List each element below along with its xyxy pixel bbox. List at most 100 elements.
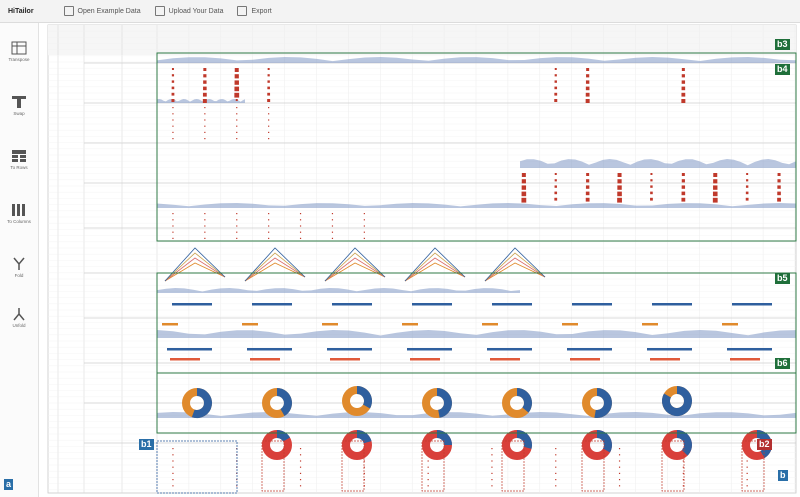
data-mark — [299, 479, 302, 481]
data-mark — [746, 466, 748, 468]
bar-mark — [730, 358, 760, 361]
sidebar-item-swap[interactable]: Swap — [3, 95, 35, 116]
data-mark — [268, 219, 270, 221]
data-mark — [427, 466, 429, 468]
data-mark — [268, 113, 270, 115]
export-label: Export — [251, 7, 272, 15]
data-mark — [618, 454, 621, 456]
data-mark — [172, 448, 174, 450]
data-mark — [363, 225, 365, 227]
data-mark — [172, 237, 174, 239]
data-mark — [268, 237, 270, 239]
export-icon — [237, 6, 248, 16]
data-mark — [267, 68, 270, 70]
bar-mark — [247, 348, 292, 351]
data-mark — [617, 191, 622, 197]
data-mark — [204, 125, 206, 127]
data-mark — [172, 107, 174, 109]
export-button[interactable]: Export — [237, 6, 272, 16]
data-mark — [236, 231, 238, 233]
sidebar-item-fold[interactable]: Fold — [3, 257, 35, 278]
data-mark — [331, 225, 334, 227]
data-mark — [618, 485, 621, 487]
data-mark — [746, 460, 748, 462]
bar-mark — [172, 303, 212, 306]
bar-mark — [410, 358, 440, 361]
data-mark — [777, 185, 781, 189]
data-mark — [427, 460, 429, 462]
sidebar-item-to-rows[interactable]: To Rows — [3, 149, 35, 170]
sidebar-item-label: To Rows — [10, 165, 28, 170]
sidebar-item-label: Transpose — [8, 57, 30, 62]
data-mark — [617, 197, 622, 203]
data-mark — [202, 92, 207, 97]
data-mark — [172, 460, 174, 462]
data-mark — [172, 454, 174, 456]
open-example-button[interactable]: Open Example Data — [63, 6, 141, 16]
data-mark — [235, 99, 238, 101]
data-mark — [491, 485, 493, 487]
data-mark — [745, 185, 749, 188]
data-mark — [299, 219, 302, 221]
data-mark — [236, 125, 238, 127]
data-mark — [331, 213, 334, 215]
swap-icon — [12, 96, 26, 108]
to-columns-icon — [12, 204, 25, 216]
sidebar-item-label: Unfold — [12, 323, 26, 328]
data-mark — [586, 179, 590, 183]
data-mark — [554, 99, 558, 102]
data-mark — [554, 80, 557, 83]
data-mark — [427, 479, 429, 481]
data-mark — [521, 185, 527, 190]
data-mark — [746, 173, 749, 175]
bar-mark — [252, 303, 292, 306]
data-mark — [236, 119, 238, 121]
data-mark — [299, 472, 302, 474]
data-mark — [172, 125, 174, 127]
data-mark — [172, 472, 174, 474]
bar-mark — [727, 348, 772, 351]
data-mark — [299, 485, 302, 487]
badge-a: a — [4, 479, 14, 490]
data-mark — [234, 80, 239, 85]
upload-button[interactable]: Upload Your Data — [154, 6, 224, 16]
data-mark — [299, 213, 302, 215]
data-mark — [746, 485, 748, 487]
data-mark — [650, 173, 653, 175]
data-mark — [554, 92, 558, 96]
sidebar-item-unfold[interactable]: Unfold — [3, 307, 35, 328]
data-mark — [746, 179, 749, 182]
data-mark — [363, 231, 365, 233]
data-mark — [712, 197, 718, 203]
data-mark — [267, 80, 270, 83]
data-mark — [331, 231, 334, 233]
sidebar-item-transpose[interactable]: Transpose — [3, 41, 35, 62]
badge-b6: b6 — [775, 358, 790, 369]
data-mark — [171, 68, 174, 70]
data-mark — [650, 185, 653, 188]
data-mark — [681, 68, 685, 71]
bar-mark — [642, 323, 658, 326]
data-mark — [172, 479, 174, 481]
data-mark — [268, 107, 270, 109]
data-mark — [234, 92, 240, 98]
sidebar-item-to-columns[interactable]: To Columns — [3, 203, 35, 224]
data-mark — [234, 68, 239, 72]
bar-mark — [327, 348, 372, 351]
data-mark — [554, 185, 557, 188]
data-mark — [172, 113, 174, 115]
data-mark — [555, 472, 557, 474]
data-mark — [713, 185, 718, 190]
bar-mark — [402, 323, 418, 326]
upload-label: Upload Your Data — [168, 7, 224, 15]
bar-mark — [572, 303, 612, 306]
data-mark — [267, 92, 271, 96]
badge-b2: b2 — [757, 439, 772, 450]
open-example-label: Open Example Data — [77, 7, 141, 15]
data-mark — [617, 173, 622, 177]
data-mark — [681, 197, 686, 202]
bar-mark — [332, 303, 372, 306]
data-mark — [171, 80, 175, 83]
data-mark — [491, 466, 493, 468]
data-mark — [204, 225, 206, 227]
